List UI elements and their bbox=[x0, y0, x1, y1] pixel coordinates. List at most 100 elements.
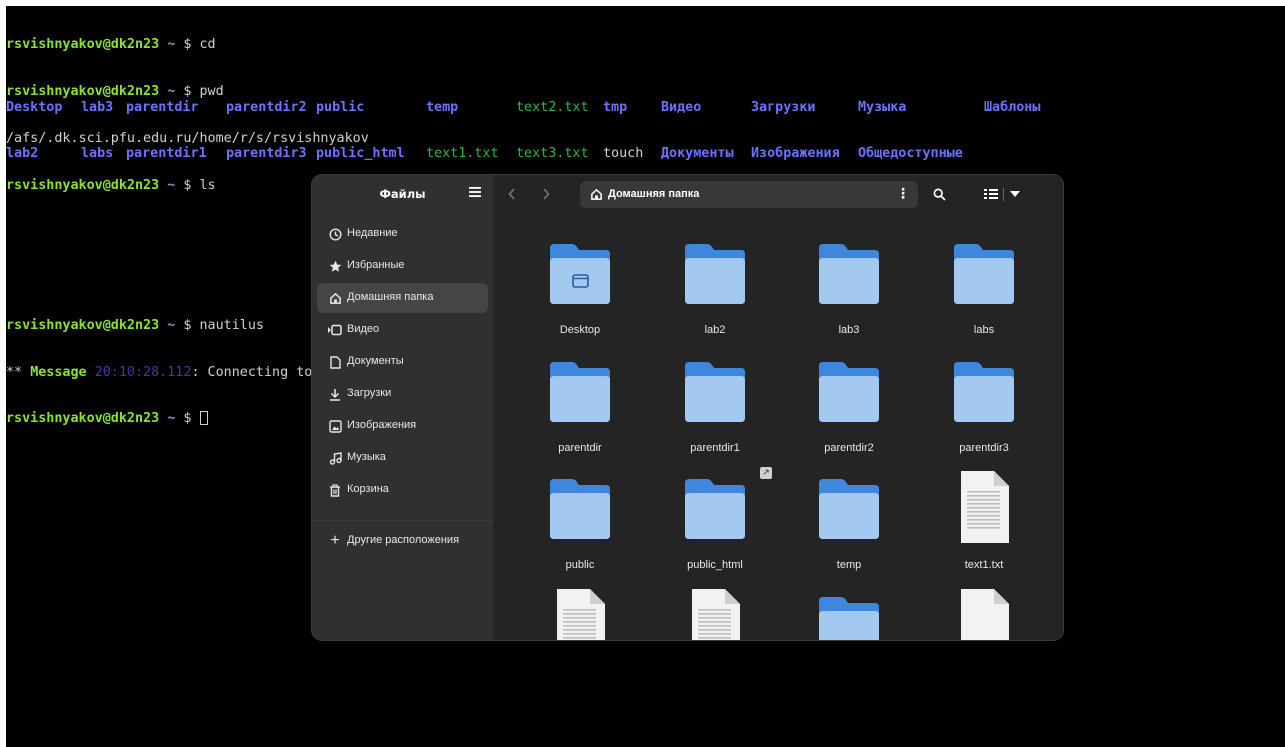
file-item[interactable] bbox=[665, 589, 765, 640]
ls-entry: parentdir3 bbox=[226, 146, 307, 162]
sidebar-item-video[interactable]: Видео bbox=[317, 315, 488, 345]
ls-row: lab2 labs parentdir1 parentdir3 public_html t… bbox=[6, 146, 1106, 162]
download-icon bbox=[328, 387, 342, 401]
file-item[interactable]: parentdir3 bbox=[934, 360, 1034, 470]
sidebar-item-star[interactable]: Избранные bbox=[317, 251, 488, 281]
path-menu-icon[interactable]: ⋮ bbox=[896, 186, 910, 202]
ls-entry: parentdir1 bbox=[126, 146, 207, 162]
sidebar-item-home[interactable]: Домашняя папка bbox=[317, 283, 488, 313]
file-name: text1.txt bbox=[964, 559, 1004, 571]
back-icon[interactable] bbox=[503, 185, 521, 203]
sidebar-item-clock[interactable]: Недавние bbox=[317, 219, 488, 249]
file-item[interactable]: parentdir bbox=[530, 360, 630, 470]
video-icon bbox=[328, 323, 342, 337]
ls-entry: parentdir2 bbox=[226, 99, 307, 115]
sidebar-item-music[interactable]: Музыка bbox=[317, 443, 488, 473]
file-item[interactable]: lab2 bbox=[665, 242, 765, 352]
ls-entry: parentdir bbox=[126, 99, 199, 115]
plus-icon: + bbox=[330, 532, 340, 549]
ls-entry: text1.txt bbox=[426, 146, 499, 162]
sidebar-item-label: Другие расположения bbox=[347, 534, 460, 546]
main-content: Домашняя папка ⋮ ✕ Desktop lab2 lab3 labs pa… bbox=[493, 175, 1063, 640]
ls-entry: temp bbox=[426, 99, 459, 115]
folder-icon bbox=[817, 595, 881, 640]
prompt-dollar: $ bbox=[183, 37, 192, 53]
ls-entry: text2.txt bbox=[516, 99, 589, 115]
folder-icon bbox=[683, 242, 747, 306]
prompt-dollar: $ bbox=[183, 317, 192, 333]
sidebar-item-trash[interactable]: Корзина bbox=[317, 475, 488, 505]
ls-entry: labs bbox=[81, 146, 114, 162]
ls-entry: lab3 bbox=[81, 99, 114, 115]
ls-entry: tmp bbox=[603, 99, 628, 115]
sidebar-item-document[interactable]: Документы bbox=[317, 347, 488, 377]
text-file-icon bbox=[952, 471, 1016, 543]
file-item[interactable]: temp bbox=[799, 477, 899, 587]
sidebar-separator bbox=[312, 520, 493, 521]
desktop-folder-icon bbox=[548, 242, 612, 306]
file-item[interactable]: lab3 bbox=[799, 242, 899, 352]
document-icon bbox=[328, 355, 342, 369]
prompt-user: rsvishnyakov@dk2n23 bbox=[6, 37, 160, 53]
file-name: Desktop bbox=[559, 324, 601, 336]
app-title: Файлы bbox=[379, 187, 426, 201]
terminal-line: rsvishnyakov@dk2n23 ~ $ cd bbox=[6, 37, 1285, 53]
sidebar-item-label: Корзина bbox=[347, 483, 389, 495]
forward-icon[interactable] bbox=[537, 185, 555, 203]
file-icon bbox=[952, 589, 1016, 640]
star-icon bbox=[328, 259, 342, 273]
path-bar[interactable]: Домашняя папка ⋮ bbox=[580, 181, 918, 208]
trash-icon bbox=[328, 483, 342, 497]
ls-entry: Видео bbox=[661, 99, 702, 115]
file-name: public bbox=[565, 559, 595, 571]
hamburger-menu-icon[interactable] bbox=[468, 186, 484, 200]
ls-entry: lab2 bbox=[6, 146, 39, 162]
list-view-icon[interactable] bbox=[982, 185, 1000, 203]
ls-entry: Изображения bbox=[751, 146, 840, 162]
sidebar-item-label: Музыка bbox=[347, 451, 386, 463]
sidebar-item-label: Загрузки bbox=[347, 387, 392, 399]
sidebar-item-label: Документы bbox=[347, 355, 404, 367]
text-file-icon bbox=[683, 589, 747, 640]
message-prefix: ** bbox=[6, 364, 31, 380]
prompt-tilde: ~ bbox=[167, 37, 176, 53]
sidebar-item-label: Видео bbox=[347, 323, 380, 335]
folder-icon bbox=[817, 477, 881, 541]
image-icon bbox=[328, 419, 342, 433]
folder-icon bbox=[817, 360, 881, 424]
ls-entry: touch bbox=[603, 146, 644, 162]
file-item[interactable]: parentdir1 bbox=[665, 360, 765, 470]
header-bar: Домашняя папка ⋮ ✕ bbox=[493, 175, 1063, 213]
file-item[interactable] bbox=[934, 589, 1034, 640]
ls-entry: public bbox=[316, 99, 365, 115]
view-options-dropdown-icon[interactable] bbox=[1006, 185, 1024, 203]
prompt-dollar: $ bbox=[183, 411, 192, 427]
folder-icon bbox=[952, 360, 1016, 424]
file-item[interactable]: public bbox=[530, 477, 630, 587]
search-icon[interactable] bbox=[930, 185, 948, 203]
file-name: lab3 bbox=[838, 324, 860, 336]
file-item[interactable] bbox=[799, 595, 899, 640]
ls-row: Desktop lab3 parentdir parentdir2 public temp… bbox=[6, 100, 1106, 116]
sidebar-item-label: Изображения bbox=[347, 419, 417, 431]
file-item[interactable]: labs bbox=[934, 242, 1034, 352]
sidebar-item-other-locations[interactable]: + Другие расположения bbox=[317, 526, 488, 556]
folder-icon bbox=[952, 242, 1016, 306]
files-window[interactable]: Файлы Недавние Избранные Домашняя папка Вид… bbox=[312, 175, 1063, 640]
file-item[interactable]: Desktop bbox=[530, 242, 630, 352]
sidebar-item-download[interactable]: Загрузки bbox=[317, 379, 488, 409]
message-keyword: Message bbox=[30, 364, 87, 380]
music-icon bbox=[328, 451, 342, 465]
ls-entry: Документы bbox=[661, 146, 734, 162]
ls-entry: Загрузки bbox=[751, 99, 816, 115]
file-item[interactable]: ↗ public_html bbox=[665, 467, 772, 587]
file-name: parentdir3 bbox=[959, 442, 1009, 454]
file-item[interactable]: parentdir2 bbox=[799, 360, 899, 470]
home-icon bbox=[328, 291, 342, 305]
prompt-tilde: ~ bbox=[167, 411, 176, 427]
file-item[interactable] bbox=[530, 589, 630, 640]
prompt-user: rsvishnyakov@dk2n23 bbox=[6, 411, 160, 427]
terminal-cursor bbox=[199, 411, 208, 426]
sidebar-item-image[interactable]: Изображения bbox=[317, 411, 488, 441]
file-item[interactable]: text1.txt bbox=[934, 471, 1034, 587]
